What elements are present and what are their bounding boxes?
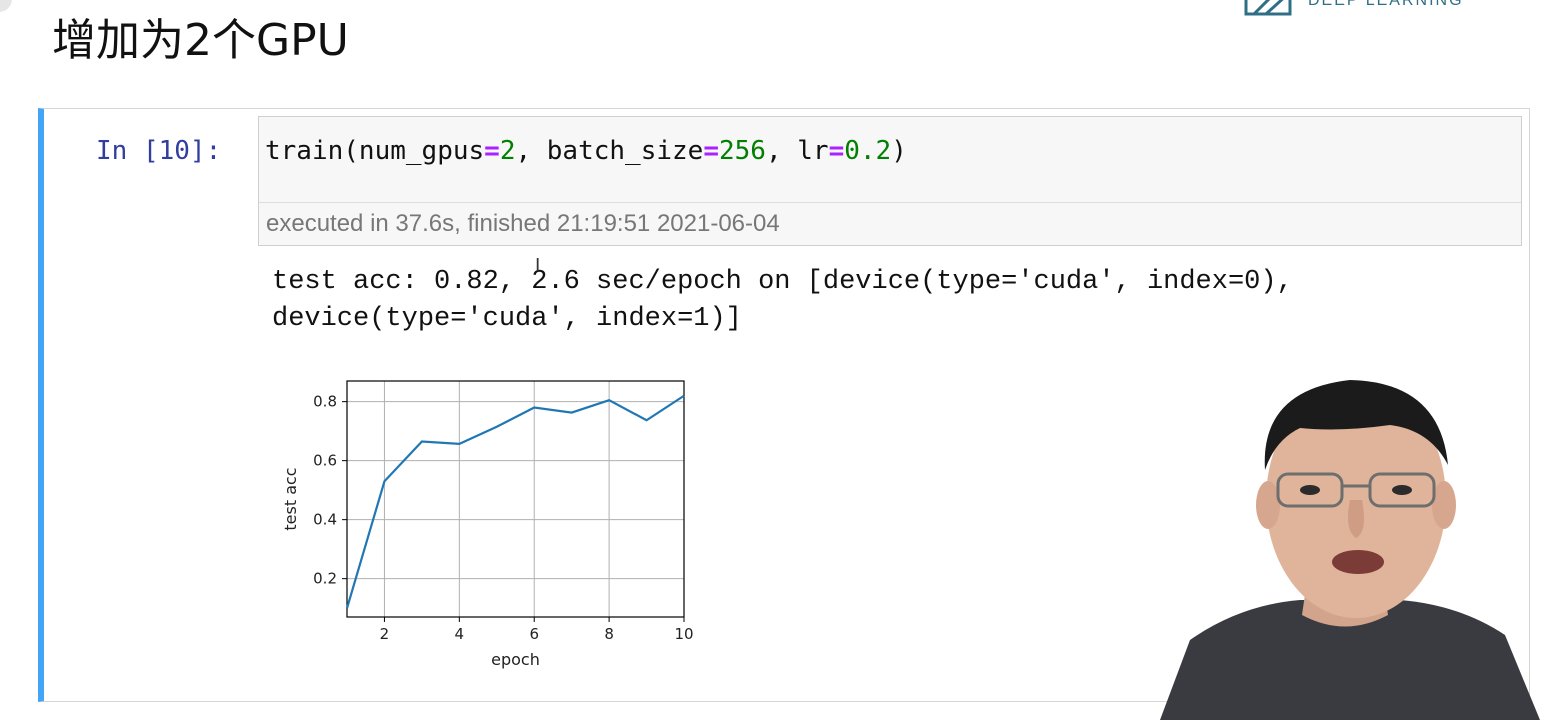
- y-tick-label: 0.4: [313, 511, 337, 529]
- x-tick-label: 2: [380, 625, 390, 643]
- execution-time: executed in 37.6s, finished 21:19:51 202…: [266, 210, 780, 237]
- y-tick-label: 0.8: [313, 393, 337, 411]
- chart-ticks: 2 4 6 8 10 0.2 0.4 0.6 0.8: [313, 393, 693, 643]
- code-sep-1: ,: [515, 136, 547, 166]
- code-equals-3: =: [828, 136, 845, 166]
- x-tick-label: 8: [604, 625, 614, 643]
- test-acc-chart: 2 4 6 8 10 0.2 0.4 0.6 0.8 epoch test acc: [281, 380, 694, 669]
- output-line-1: test acc: 0.82, 2.6 sec/epoch on [device…: [272, 267, 1293, 297]
- x-tick-label: 6: [529, 625, 539, 643]
- presenter-eye-right: [1392, 485, 1412, 495]
- course-logo: DEEP LEARNING: [1244, 0, 1544, 20]
- y-axis-label: test acc: [281, 467, 300, 530]
- code-close: ): [891, 136, 907, 166]
- code-arg3-name: lr: [797, 136, 829, 166]
- series-line: [345, 394, 685, 609]
- code-arg2-value: 256: [718, 136, 766, 166]
- logo-icon: [1244, 0, 1292, 16]
- x-tick-label: 4: [455, 625, 465, 643]
- text-cursor-icon: I: [535, 255, 541, 276]
- code-arg3-value: 0.2: [844, 136, 892, 166]
- y-tick-label: 0.2: [313, 570, 337, 588]
- presenter-mouth: [1332, 550, 1384, 574]
- code-equals-2: =: [703, 136, 719, 166]
- x-tick-label: 10: [674, 625, 693, 643]
- x-axis-label: epoch: [491, 650, 540, 669]
- code-arg2-name: batch_size: [546, 136, 704, 166]
- window-control: [0, 0, 12, 12]
- cell-output: test acc: 0.82, 2.6 sec/epoch on [device…: [272, 264, 1293, 338]
- code-arg1-value: 2: [499, 136, 516, 166]
- code-sep-2: ,: [765, 136, 798, 166]
- slide-title: 增加为2个GPU: [52, 15, 349, 66]
- code-arg1-name: num_gpus: [358, 136, 485, 166]
- execution-divider: [259, 202, 1521, 203]
- presenter-eye-left: [1300, 485, 1320, 495]
- output-line-2: device(type='cuda', index=1)]: [272, 304, 742, 334]
- y-tick-label: 0.6: [313, 452, 337, 470]
- presenter-ear-left: [1256, 481, 1280, 529]
- code-equals-1: =: [484, 136, 500, 166]
- input-prompt: In [10]:: [96, 136, 222, 166]
- presenter-ear-right: [1432, 481, 1456, 529]
- code-fn: train(: [265, 136, 359, 166]
- code-line[interactable]: train(num_gpus=2, batch_size=256, lr=0.2…: [265, 136, 907, 166]
- logo-text: DEEP LEARNING: [1308, 0, 1464, 9]
- presenter-video: [1160, 380, 1540, 720]
